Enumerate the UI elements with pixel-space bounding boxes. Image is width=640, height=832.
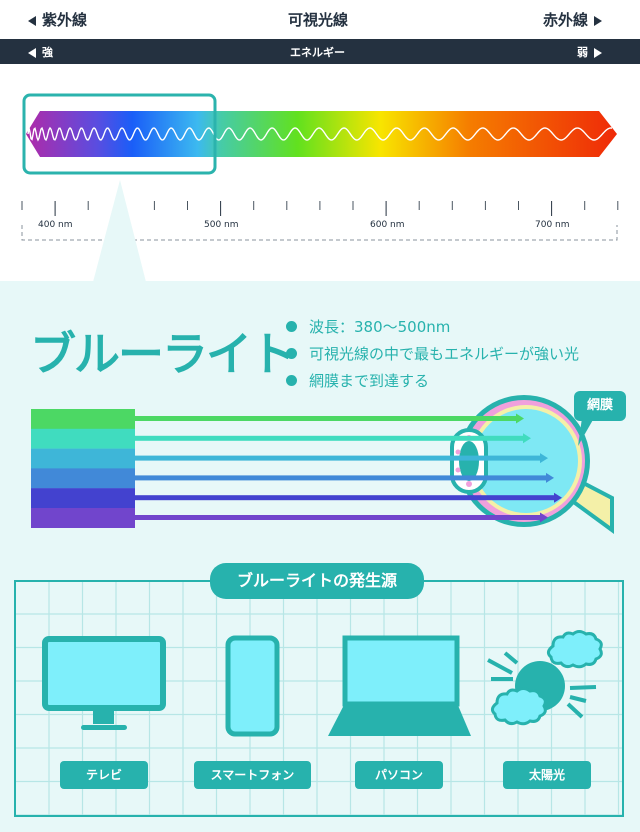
spectrum-diagram: [21, 93, 619, 282]
source-label-sunlight: 太陽光: [503, 761, 591, 789]
smartphone-icon: [225, 635, 280, 737]
sources-title: ブルーライトの発生源: [210, 563, 424, 599]
bullet-icon: [286, 321, 297, 332]
color-block: [31, 448, 135, 469]
tick-label-600: 600 nm: [370, 220, 405, 230]
tick-label-500: 500 nm: [204, 220, 239, 230]
light-ray: [135, 475, 547, 481]
light-ray: [135, 455, 541, 461]
light-ray: [135, 416, 517, 421]
fact-item: 可視光線の中で最もエネルギーが強い光: [286, 340, 579, 367]
color-block: [31, 508, 135, 528]
color-block: [31, 488, 135, 509]
light-ray: [135, 515, 541, 520]
source-label-smartphone: スマートフォン: [194, 761, 311, 789]
tv-icon: [42, 636, 166, 730]
fact-item: 波長：380〜500nm: [286, 313, 579, 340]
color-block: [31, 428, 135, 449]
blue-light-title: ブルーライト: [30, 327, 296, 381]
color-block: [31, 409, 135, 429]
tick-label-700: 700 nm: [535, 220, 570, 230]
bullet-icon: [286, 348, 297, 359]
color-block: [31, 468, 135, 489]
light-ray: [135, 495, 555, 501]
laptop-icon: [328, 635, 471, 736]
zoom-pointer: [93, 180, 146, 282]
sun-icon: [487, 630, 603, 726]
source-label-tv: テレビ: [60, 761, 148, 789]
tick-label-400: 400 nm: [38, 220, 73, 230]
retina-label: 網膜: [574, 391, 626, 421]
light-ray: [135, 435, 524, 441]
source-label-pc: パソコン: [355, 761, 443, 789]
eye-diagram: [31, 395, 614, 534]
sources-grid: [14, 580, 624, 817]
spectrum-band: [26, 111, 617, 157]
